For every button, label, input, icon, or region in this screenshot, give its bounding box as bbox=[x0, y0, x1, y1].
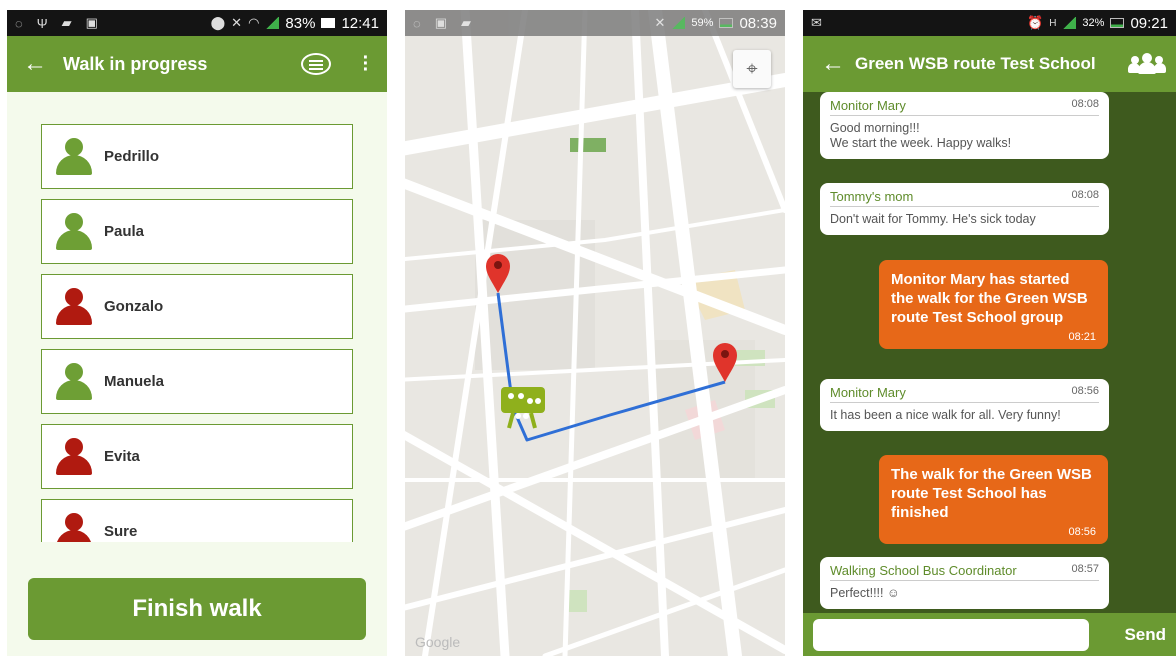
map-view[interactable] bbox=[405, 10, 785, 656]
child-row[interactable]: Sure bbox=[41, 499, 353, 542]
child-row[interactable]: Gonzalo bbox=[41, 274, 353, 339]
child-row[interactable]: Evita bbox=[41, 424, 353, 489]
screen-map: ◌ ▣ ▰ ✕ 59% 08:39 ⌖ Google bbox=[405, 10, 785, 656]
status-bar: ◌ Ψ ▰ ▣ ⬤ ✕ ◠ 83% 12:41 bbox=[7, 10, 387, 36]
message-system: The walk for the Green WSB route Test Sc… bbox=[879, 455, 1108, 544]
message-text: Perfect!!!! ☺ bbox=[830, 586, 900, 600]
child-name: Gonzalo bbox=[104, 298, 164, 315]
message-text: Monitor Mary has started the walk for th… bbox=[891, 271, 1088, 326]
signal-icon bbox=[265, 17, 280, 29]
back-arrow-icon[interactable]: ← bbox=[23, 50, 63, 78]
message-input[interactable] bbox=[813, 618, 1089, 651]
map-watermark: Google bbox=[415, 634, 461, 650]
my-location-icon[interactable]: ⌖ bbox=[733, 50, 771, 88]
screen-group-chat: ✉ ⏰ H 32% 09:21 ← Green WSB route Test S… bbox=[803, 10, 1176, 656]
app-bar: ← Green WSB route Test School bbox=[803, 36, 1176, 92]
message-text: Good morning!!! We start the week. Happy… bbox=[830, 121, 1012, 150]
message-text: Don't wait for Tommy. He's sick today bbox=[830, 212, 1036, 226]
more-vert-icon[interactable]: · · · bbox=[361, 48, 371, 80]
person-icon bbox=[56, 287, 92, 326]
image-icon: ▣ bbox=[434, 15, 448, 30]
message-sender: Tommy's mom bbox=[830, 189, 914, 204]
back-arrow-icon[interactable]: ← bbox=[821, 50, 855, 78]
child-name: Manuela bbox=[104, 373, 165, 390]
person-icon bbox=[56, 137, 92, 176]
battery-percent: 59% bbox=[691, 17, 714, 29]
clock: 09:21 bbox=[1130, 14, 1168, 32]
child-row[interactable]: Manuela bbox=[41, 349, 353, 414]
message-list[interactable]: Monitor Mary 08:08 Good morning!!! We star… bbox=[803, 92, 1176, 614]
location-icon: ⬤ bbox=[210, 15, 226, 30]
chat-icon[interactable] bbox=[301, 53, 331, 75]
wifi-icon: ◠ bbox=[248, 15, 260, 30]
message-sender: Walking School Bus Coordinator bbox=[830, 563, 1017, 578]
message-time: 08:08 bbox=[1071, 98, 1099, 110]
message-time: 08:08 bbox=[1071, 189, 1099, 201]
send-button[interactable]: Send bbox=[1124, 625, 1166, 645]
whatsapp-icon: ◌ bbox=[413, 15, 421, 31]
message-sender: Monitor Mary bbox=[830, 385, 906, 400]
message-time: 08:57 bbox=[1071, 563, 1099, 575]
message-incoming: Walking School Bus Coordinator 08:57 Perfe… bbox=[820, 557, 1109, 609]
hspa-icon: H bbox=[1049, 17, 1057, 29]
battery-percent: 32% bbox=[1082, 17, 1105, 29]
children-list: Pedrillo Paula Gonzalo Manuela Evita Sure bbox=[41, 124, 353, 542]
message-incoming: Monitor Mary 08:08 Good morning!!! We star… bbox=[820, 92, 1109, 159]
mute-icon: ✕ bbox=[231, 15, 243, 30]
message-system: Monitor Mary has started the walk for th… bbox=[879, 260, 1108, 349]
message-time: 08:56 bbox=[1068, 526, 1096, 538]
child-row[interactable]: Paula bbox=[41, 199, 353, 264]
mute-icon: ✕ bbox=[654, 15, 666, 30]
finish-walk-button[interactable]: Finish walk bbox=[28, 578, 366, 640]
alarm-icon: ⏰ bbox=[1027, 15, 1044, 30]
message-incoming: Tommy's mom 08:08 Don't wait for Tommy. He… bbox=[820, 183, 1109, 235]
app-bar: ← Walk in progress · · · bbox=[7, 36, 387, 92]
battery-icon bbox=[719, 18, 734, 28]
message-text: It has been a nice walk for all. Very fu… bbox=[830, 408, 1061, 422]
battery-icon bbox=[321, 18, 336, 28]
person-icon bbox=[56, 362, 92, 401]
message-time: 08:21 bbox=[1068, 331, 1096, 343]
child-name: Paula bbox=[104, 223, 145, 240]
page-title: Green WSB route Test School bbox=[855, 54, 1096, 73]
whatsapp-icon: ◌ bbox=[15, 15, 23, 31]
image-icon: ▣ bbox=[85, 15, 98, 30]
battery-percent: 83% bbox=[285, 14, 316, 32]
composer: Send bbox=[803, 613, 1176, 656]
child-name: Pedrillo bbox=[104, 148, 160, 165]
child-name: Evita bbox=[104, 448, 140, 465]
status-bar: ◌ ▣ ▰ ✕ 59% 08:39 bbox=[405, 10, 785, 36]
signal-icon bbox=[671, 17, 686, 29]
usb-icon: Ψ bbox=[36, 15, 48, 31]
notification-icon: ▰ bbox=[461, 15, 472, 30]
gmail-icon: ✉ bbox=[811, 15, 822, 30]
child-name: Sure bbox=[104, 523, 138, 540]
clock: 12:41 bbox=[341, 14, 379, 32]
person-icon bbox=[56, 212, 92, 251]
message-sender: Monitor Mary bbox=[830, 98, 906, 113]
notification-icon: ▰ bbox=[61, 15, 72, 30]
person-icon bbox=[56, 512, 92, 542]
screen-walk-in-progress: ◌ Ψ ▰ ▣ ⬤ ✕ ◠ 83% 12:41 ← Walk in progre… bbox=[7, 10, 387, 656]
child-row[interactable]: Pedrillo bbox=[41, 124, 353, 189]
page-title: Walk in progress bbox=[63, 53, 208, 74]
person-icon bbox=[56, 437, 92, 476]
message-incoming: Monitor Mary 08:56 It has been a nice walk… bbox=[820, 379, 1109, 431]
message-time: 08:56 bbox=[1071, 385, 1099, 397]
group-icon[interactable] bbox=[1128, 53, 1166, 75]
status-bar: ✉ ⏰ H 32% 09:21 bbox=[803, 10, 1176, 36]
message-text: The walk for the Green WSB route Test Sc… bbox=[891, 466, 1092, 521]
clock: 08:39 bbox=[739, 14, 777, 32]
battery-icon bbox=[1110, 18, 1125, 28]
signal-icon bbox=[1062, 17, 1077, 29]
